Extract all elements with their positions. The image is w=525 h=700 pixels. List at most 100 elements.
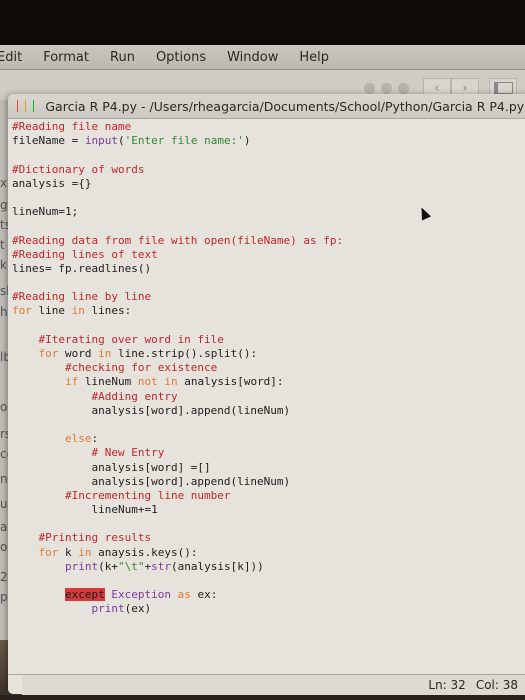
code-line[interactable] — [12, 319, 525, 333]
menu-window[interactable]: Window — [227, 50, 278, 65]
code-line[interactable]: print(k+"\t"+str(analysis[k])) — [12, 560, 525, 574]
menu-options[interactable]: Options — [156, 50, 206, 65]
code-text: analysis[word].append(lineNum) — [12, 474, 291, 488]
code-line[interactable] — [12, 191, 525, 205]
code-comment: #Reading data from file with open(fileNa… — [12, 233, 344, 247]
inactive-zoom-button[interactable] — [398, 82, 409, 94]
code-text: fileName = — [12, 134, 85, 148]
code-comment: #Reading lines of text — [12, 247, 158, 261]
code-line[interactable]: except Exception as ex: — [12, 588, 525, 602]
code-builtin: input — [84, 134, 118, 148]
code-keyword: not in — [137, 375, 178, 389]
code-text: ) — [243, 134, 251, 148]
code-comment: #Reading line by line — [12, 290, 152, 304]
code-comment: #Dictionary of words — [12, 162, 145, 176]
code-comment: #Adding entry — [12, 389, 178, 403]
code-comment: #Reading file name — [12, 120, 132, 133]
code-line[interactable] — [12, 418, 525, 432]
code-editor[interactable]: #Reading file name fileName = input('Ente… — [12, 120, 525, 617]
code-text: analysis[word]: — [177, 375, 284, 389]
sidebar-icon — [493, 82, 513, 94]
code-line[interactable]: for line in lines: — [12, 304, 525, 318]
code-builtin: Exception — [111, 588, 171, 602]
code-comment: #Printing results — [12, 531, 152, 545]
code-keyword: in — [71, 304, 85, 318]
code-line[interactable]: lineNum=1; — [12, 205, 525, 219]
code-text: word — [58, 347, 99, 360]
code-line[interactable]: print(ex) — [12, 602, 525, 616]
code-line[interactable] — [12, 517, 525, 531]
menu-edit[interactable]: Edit — [0, 50, 22, 65]
code-keyword: as — [177, 588, 191, 602]
code-line[interactable]: # New Entry — [12, 446, 525, 460]
title-bar: Garcia R P4.py - /Users/rheagarcia/Docum… — [8, 94, 525, 119]
code-text: lineNum=1; — [12, 205, 79, 219]
code-keyword: in — [78, 545, 92, 559]
menu-run[interactable]: Run — [110, 50, 135, 65]
code-line[interactable]: #Dictionary of words — [12, 163, 525, 177]
code-line[interactable]: else: — [12, 432, 525, 446]
code-line[interactable]: analysis[word].append(lineNum) — [12, 404, 525, 418]
code-line[interactable]: analysis[word].append(lineNum) — [12, 475, 525, 489]
code-text: k — [58, 545, 79, 559]
menu-format[interactable]: Format — [43, 50, 89, 65]
code-keyword: for — [38, 347, 59, 360]
code-text: lines= fp.readlines() — [12, 261, 152, 275]
code-line[interactable]: #Reading lines of text — [12, 248, 525, 262]
code-line[interactable]: if lineNum not in analysis[word]: — [12, 375, 525, 389]
code-keyword: in — [98, 347, 112, 360]
code-line[interactable]: #Adding entry — [12, 390, 525, 404]
code-keyword: for — [38, 545, 59, 559]
status-bar: Ln: 32 Col: 38 — [22, 675, 525, 695]
code-line[interactable]: #checking for existence — [12, 361, 525, 375]
code-text: line.strip().split(): — [111, 347, 258, 360]
code-text: ( — [117, 134, 125, 148]
code-line[interactable]: analysis[word] =[] — [12, 461, 525, 475]
code-line[interactable] — [12, 219, 525, 233]
code-line[interactable]: fileName = input('Enter file name:') — [12, 134, 525, 148]
code-comment: #Incrementing line number — [12, 488, 231, 502]
inactive-close-button[interactable] — [364, 82, 375, 94]
code-line[interactable]: #Reading data from file with open(fileNa… — [12, 234, 525, 248]
code-line[interactable] — [12, 574, 525, 588]
code-line[interactable]: analysis ={} — [12, 177, 525, 191]
menu-help[interactable]: Help — [299, 50, 329, 65]
line-number-indicator: Ln: 32 — [428, 678, 466, 692]
code-line[interactable]: for k in anaysis.keys(): — [12, 546, 525, 560]
code-line[interactable]: #Iterating over word in file — [12, 333, 525, 347]
code-text: analysis ={} — [12, 176, 92, 190]
code-line[interactable]: #Reading file name — [12, 120, 525, 134]
code-comment: # New Entry — [12, 446, 165, 460]
code-text: : — [91, 432, 99, 446]
code-line[interactable]: lines= fp.readlines() — [12, 262, 525, 276]
code-line[interactable] — [12, 148, 525, 162]
code-line[interactable]: lineNum+=1 — [12, 503, 525, 517]
syntax-error-highlight: except — [64, 588, 105, 602]
code-text: (ex) — [124, 602, 152, 616]
code-line[interactable]: #Reading line by line — [12, 290, 525, 304]
code-text: analysis[word].append(lineNum) — [12, 403, 291, 417]
code-string: "\t" — [117, 559, 145, 573]
code-line[interactable]: #Incrementing line number — [12, 489, 525, 503]
background-text-fragment: x — [0, 176, 8, 190]
code-text: (analysis[k])) — [170, 559, 264, 573]
code-line[interactable]: for word in line.strip().split(): — [12, 347, 525, 361]
code-text: line — [31, 304, 72, 318]
code-line[interactable] — [12, 276, 525, 290]
window-title: Garcia R P4.py - /Users/rheagarcia/Docum… — [45, 98, 525, 114]
code-text: anaysis.keys(): — [91, 545, 198, 559]
background-text-fragment: t — [0, 238, 5, 252]
code-comment: #checking for existence — [12, 361, 218, 375]
inactive-minimize-button[interactable] — [381, 82, 392, 94]
code-text: lineNum — [78, 375, 138, 389]
code-text: analysis[word] =[] — [12, 460, 211, 474]
code-builtin: print — [64, 559, 99, 573]
menu-bar: Edit Format Run Options Window Help — [0, 45, 525, 70]
code-line[interactable]: #Printing results — [12, 531, 525, 545]
code-keyword: if — [64, 375, 79, 389]
